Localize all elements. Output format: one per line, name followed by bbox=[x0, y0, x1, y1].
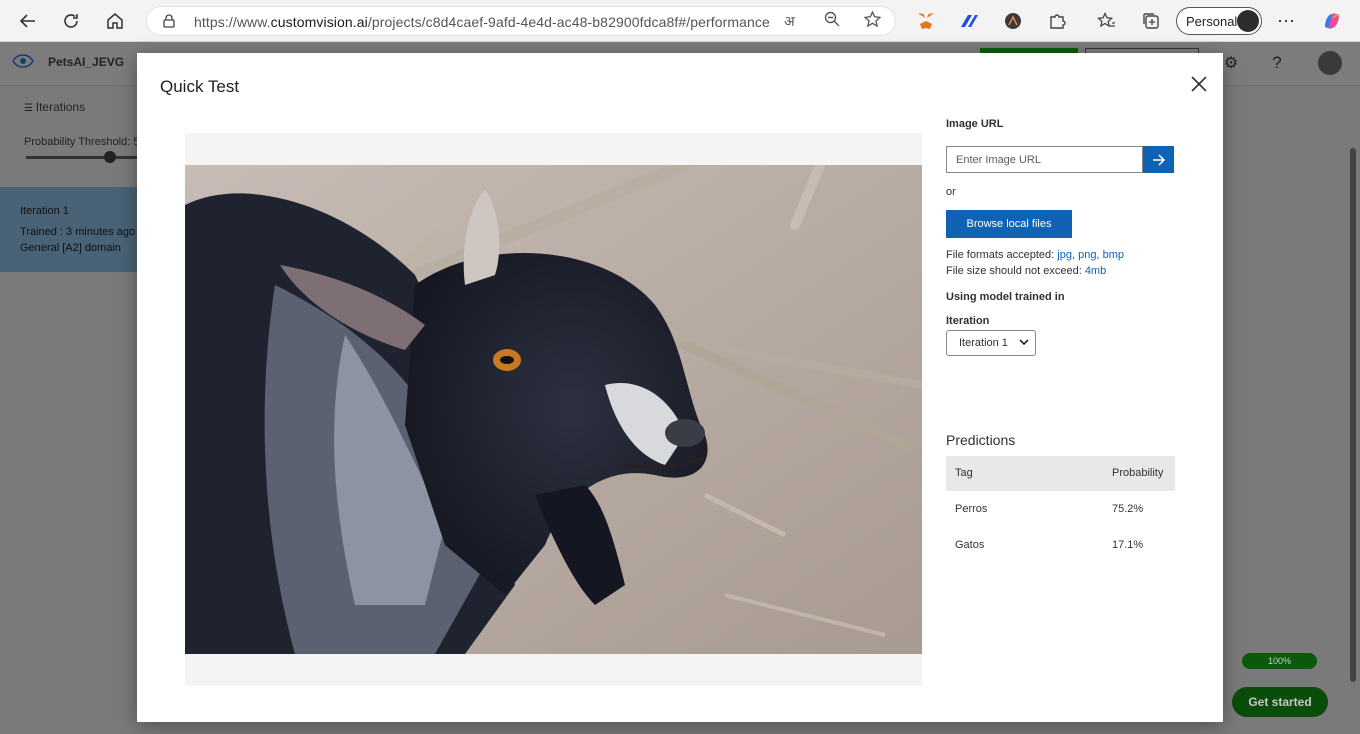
iteration-trained-time: Trained : 3 minutes ago bbox=[20, 226, 136, 238]
image-url-input[interactable] bbox=[946, 146, 1143, 173]
iteration-select[interactable]: Iteration 1 bbox=[946, 330, 1036, 356]
refresh-icon[interactable] bbox=[57, 7, 85, 35]
table-row: Gatos 17.1% bbox=[946, 527, 1175, 563]
iterations-link[interactable]: ☰ Iterations bbox=[24, 100, 85, 114]
test-image-goat bbox=[185, 165, 922, 654]
table-row: Perros 75.2% bbox=[946, 491, 1175, 527]
browse-local-files-button[interactable]: Browse local files bbox=[946, 210, 1072, 238]
back-icon[interactable] bbox=[14, 7, 42, 35]
format-bmp: bmp bbox=[1102, 249, 1124, 261]
row-probability: 17.1% bbox=[1112, 539, 1144, 551]
copilot-icon[interactable] bbox=[1321, 10, 1343, 32]
dialog-title: Quick Test bbox=[160, 77, 240, 96]
collections-icon[interactable] bbox=[1140, 10, 1162, 32]
row-probability: 75.2% bbox=[1112, 503, 1144, 515]
translate-icon[interactable]: अ bbox=[784, 12, 795, 31]
table-header: Tag Probability bbox=[946, 456, 1175, 491]
progress-badge: 100% bbox=[1242, 653, 1317, 669]
size-limit: 4mb bbox=[1084, 265, 1107, 277]
predictions-table: Tag Probability Perros 75.2% Gatos 17.1% bbox=[946, 456, 1175, 563]
threshold-slider[interactable] bbox=[26, 156, 138, 159]
or-label: or bbox=[946, 186, 956, 198]
file-size-text: File size should not exceed: 4mb bbox=[946, 265, 1107, 277]
image-url-label: Image URL bbox=[946, 118, 1004, 130]
user-avatar[interactable] bbox=[1318, 51, 1342, 75]
url-text: https://www.customvision.ai/projects/c8d… bbox=[194, 14, 770, 30]
profile-avatar bbox=[1237, 10, 1259, 32]
header-tag: Tag bbox=[955, 467, 973, 479]
iteration-label: Iteration bbox=[946, 315, 990, 327]
iteration-name: Iteration 1 bbox=[20, 205, 69, 217]
extension-a-icon[interactable] bbox=[1002, 10, 1024, 32]
lock-icon bbox=[163, 14, 175, 33]
row-tag: Gatos bbox=[955, 539, 985, 551]
favorite-star-icon[interactable] bbox=[863, 10, 882, 31]
extensions-puzzle-icon[interactable] bbox=[1046, 10, 1068, 32]
arrow-right-icon bbox=[1152, 153, 1165, 166]
iteration-domain: General [A2] domain bbox=[20, 242, 121, 254]
help-icon[interactable]: ? bbox=[1268, 53, 1286, 72]
home-icon[interactable] bbox=[101, 7, 129, 35]
threshold-slider-handle[interactable] bbox=[104, 151, 116, 163]
threshold-label: Probability Threshold: 5 bbox=[24, 136, 140, 148]
metamask-extension-icon[interactable] bbox=[915, 10, 937, 32]
profile-button[interactable]: Personal bbox=[1176, 7, 1262, 35]
predictions-title: Predictions bbox=[946, 432, 1016, 448]
browser-toolbar: https://www.customvision.ai/projects/c8d… bbox=[0, 0, 1360, 42]
header-probability: Probability bbox=[1112, 467, 1164, 479]
zoom-icon[interactable] bbox=[824, 11, 840, 30]
page-scrollbar[interactable] bbox=[1350, 148, 1356, 682]
model-trained-label: Using model trained in bbox=[946, 291, 1065, 303]
favorites-icon[interactable] bbox=[1095, 10, 1117, 32]
more-options-icon[interactable]: ⋯ bbox=[1275, 10, 1297, 32]
customvision-eye-icon bbox=[12, 54, 34, 73]
extension-arrow-icon[interactable] bbox=[958, 10, 980, 32]
file-formats-text: File formats accepted: jpg, png, bmp bbox=[946, 249, 1124, 261]
project-name: PetsAI_JEVG bbox=[48, 55, 125, 69]
row-tag: Perros bbox=[955, 503, 988, 515]
chevron-down-icon bbox=[1019, 339, 1029, 346]
submit-url-button[interactable] bbox=[1143, 146, 1174, 173]
quick-test-dialog: Quick Test Image URL Enter Image URL or … bbox=[137, 53, 1223, 722]
format-jpg: jpg, bbox=[1057, 249, 1076, 261]
format-png: png, bbox=[1078, 249, 1100, 261]
close-icon[interactable] bbox=[1189, 74, 1209, 94]
settings-gear-icon[interactable]: ⚙ bbox=[1222, 54, 1240, 72]
get-started-button[interactable]: Get started bbox=[1232, 687, 1328, 717]
layers-icon: ☰ bbox=[24, 103, 36, 114]
